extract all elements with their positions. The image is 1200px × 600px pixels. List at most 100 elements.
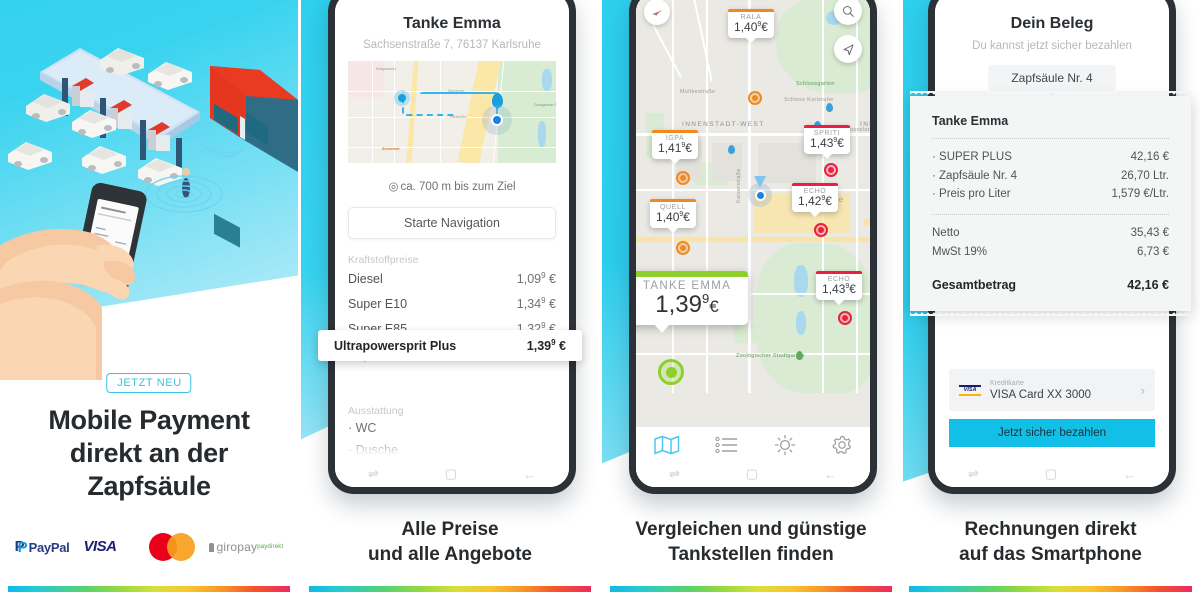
highlighted-price-row[interactable]: Ultrapowersprit Plus 1,399 €	[318, 330, 582, 362]
payment-logos: PP PayPal VISA giropay paydirekt	[0, 533, 298, 561]
station-bubble-rala[interactable]: RALA 1,409€	[728, 9, 774, 38]
price-row-diesel[interactable]: Diesel 1,099 €	[348, 266, 556, 291]
settings-tab[interactable]	[831, 434, 853, 461]
back-icon[interactable]: ←	[824, 467, 837, 482]
sun-icon	[774, 434, 795, 455]
station-marker-rala[interactable]	[748, 91, 762, 105]
caption-4: Rechnungen direkt auf das Smartphone	[901, 517, 1200, 568]
station-bubble-echo-2[interactable]: ECHO 1,439€	[816, 271, 862, 300]
map-label-zoologischer: Zoologischer Stadtgarten	[736, 353, 805, 359]
station-marker-echo-2[interactable]	[838, 311, 852, 325]
map-water-1	[542, 69, 552, 91]
panel-hero: JETZT NEU Mobile Payment direkt an der Z…	[0, 0, 298, 600]
pump-number-tab[interactable]: Zapfsäule Nr. 4	[988, 65, 1116, 91]
user-location-halo	[482, 105, 512, 135]
recents-icon[interactable]: ⇌	[368, 466, 379, 482]
map-road-v1	[372, 61, 374, 163]
receipt-divider-1	[932, 138, 1169, 139]
station-address: Sachsenstraße 7, 76137 Karlsruhe	[363, 39, 541, 51]
map-label-street-3: Karlstraße	[450, 115, 467, 119]
giropay-wordmark: giropay	[209, 540, 257, 554]
selected-station-bubble[interactable]: TANKE EMMA 1,399€	[636, 271, 748, 334]
giropay-logo-text: giropay	[216, 540, 258, 554]
station-bubble-quell[interactable]: QUELL 1,409€	[650, 199, 696, 228]
payment-method-card[interactable]: VISA Kreditkarte VISA Card XX 3000 ›	[949, 369, 1155, 411]
locate-me-button[interactable]	[834, 35, 862, 63]
panel-map: INNENSTADT-WEST INNENS Schlossgarten Sch…	[602, 0, 900, 600]
station-marker-igpa[interactable]	[676, 171, 690, 185]
station-marker-spriti[interactable]	[824, 163, 838, 177]
caption-line-2: und alle Angebote	[368, 544, 532, 566]
mastercard-circle-orange	[167, 533, 196, 561]
price-row-super-e10[interactable]: Super E10 1,349 €	[348, 291, 556, 316]
map-poi-market-icon	[728, 145, 735, 154]
list-tab[interactable]	[714, 435, 739, 460]
receipt-edge-top	[910, 91, 1191, 96]
map-green-small-3	[734, 323, 758, 343]
app-tabbar: ⇌ ▢ ←	[636, 427, 870, 487]
station-bubble-spriti[interactable]: SPRITI 1,439€	[804, 125, 850, 154]
offers-tab[interactable]	[774, 434, 796, 461]
pay-now-button[interactable]: Jetzt sicher bezahlen	[949, 419, 1155, 447]
map-label-street-2: Sonnenstr.	[448, 89, 466, 93]
receipt-item-row: · Zapfsäule Nr. 4 26,70 Ltr.	[932, 167, 1169, 186]
highlight-label: Ultrapowersprit Plus	[334, 339, 457, 354]
map-label-innenstadt-west: INNENSTADT-WEST	[682, 121, 765, 128]
caption-line-2: auf das Smartphone	[959, 544, 1142, 566]
panel-receipt: Dein Beleg Du kannst jetzt sicher bezahl…	[901, 0, 1200, 600]
giropay-logo: giropay paydirekt	[209, 540, 283, 554]
receipt-tax-row: Netto 35,43 €	[932, 224, 1169, 243]
back-icon[interactable]: ←	[523, 467, 536, 482]
distance-row: ◎ ca. 700 m bis zum Ziel	[335, 179, 569, 193]
receipt-item-label: · SUPER PLUS	[932, 151, 1012, 163]
home-icon[interactable]: ▢	[1045, 466, 1057, 482]
mini-map[interactable]: Kriegsstraße Sonnenstr. Karlstraße Zoolo…	[348, 61, 556, 163]
app-store-screenshot-strip: JETZT NEU Mobile Payment direkt an der Z…	[0, 0, 1200, 600]
map-water-2	[538, 121, 546, 147]
rainbow-divider-1	[8, 586, 290, 592]
map-label-karlstrasse: Kaiserstraße	[736, 168, 742, 203]
receipt-tax-value: 6,73 €	[1137, 245, 1169, 258]
receipt-tax-row: MwSt 19% 6,73 €	[932, 243, 1169, 262]
station-bubble-echo-1[interactable]: ECHO 1,429€	[792, 183, 838, 212]
map-park-stadtgarten	[756, 243, 870, 393]
station-price: 1,429€	[798, 194, 832, 208]
receipt-tax-value: 35,43 €	[1130, 226, 1169, 239]
features-heading: Ausstattung	[348, 404, 404, 417]
fuel-prices-heading: Kraftstoffpreise	[348, 254, 419, 266]
phone-screen-2: Tanke Emma Sachsenstraße 7, 76137 Karlsr…	[335, 0, 569, 487]
map-canvas[interactable]: INNENSTADT-WEST INNENS Schlossgarten Sch…	[636, 0, 870, 487]
title-line-2: direkt an der	[69, 438, 229, 469]
android-navbar-4: ⇌ ▢ ←	[935, 461, 1169, 487]
chevron-right-icon[interactable]: ›	[1141, 383, 1145, 398]
station-bubble-igpa[interactable]: IGPA 1,419€	[652, 130, 698, 159]
station-price: 1,439€	[822, 282, 856, 296]
station-marker-quell[interactable]	[676, 241, 690, 255]
back-icon[interactable]: ←	[1123, 467, 1136, 482]
map-label-park: Zoologischer Stadtgarten Karlsruhe	[534, 103, 556, 107]
distance-text: ca. 700 m bis zum Ziel	[400, 181, 516, 193]
route-start-dot	[398, 94, 406, 102]
home-icon[interactable]: ▢	[445, 466, 457, 482]
start-navigation-button[interactable]: Starte Navigation	[348, 207, 556, 239]
map-water-c	[796, 311, 806, 335]
station-marker-echo-1[interactable]	[814, 223, 828, 237]
compass-button[interactable]	[644, 0, 670, 25]
android-navbar-3: ⇌ ▢ ←	[636, 461, 870, 487]
station-price: 1,409€	[656, 210, 690, 224]
map-road-y-right	[864, 219, 870, 225]
rainbow-divider-4	[909, 586, 1192, 592]
selected-station-price: 1,399€	[655, 291, 719, 318]
map-tab[interactable]	[653, 435, 680, 460]
recents-icon[interactable]: ⇌	[968, 466, 979, 482]
recents-icon[interactable]: ⇌	[669, 466, 680, 482]
receipt-total-label: Gesamtbetrag	[932, 278, 1017, 293]
home-icon[interactable]: ▢	[746, 466, 758, 482]
visa-mini-icon: VISA	[959, 384, 981, 396]
receipt-divider-2	[932, 213, 1169, 215]
receipt-item-value: 26,70 Ltr.	[1121, 169, 1169, 182]
title-line-3: Zapfsäule	[87, 471, 211, 502]
receipt-item-value: 42,16 €	[1130, 151, 1169, 163]
selected-station-marker[interactable]	[658, 359, 684, 385]
fuel-price: 1,349 €	[516, 296, 556, 312]
